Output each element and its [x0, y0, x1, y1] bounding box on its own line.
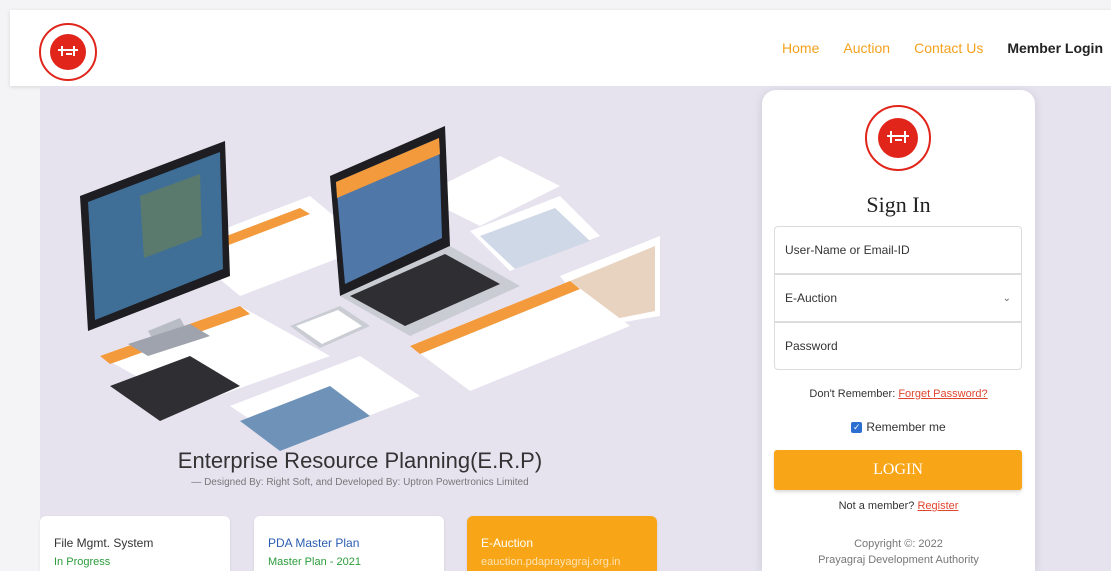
- pda-logo: [865, 105, 931, 171]
- forget-prefix: Don't Remember:: [809, 388, 896, 400]
- remember-me-row[interactable]: ✓ Remember me: [762, 420, 1035, 434]
- erp-title: Enterprise Resource Planning(E.R.P): [177, 448, 543, 473]
- username-field[interactable]: [774, 226, 1022, 274]
- card-e-auction[interactable]: E-Auction eauction.pdaprayagraj.org.in: [467, 516, 657, 571]
- forget-password-link[interactable]: Forget Password?: [898, 388, 987, 400]
- module-select[interactable]: E-Auction ⌄: [774, 274, 1022, 322]
- pda-logo[interactable]: [38, 22, 98, 82]
- nav-home-link[interactable]: Home: [782, 40, 819, 56]
- card-status: In Progress: [54, 556, 111, 568]
- password-input[interactable]: [785, 339, 1011, 353]
- login-panel: Sign In E-Auction ⌄ Don't Remember: Forg…: [762, 90, 1035, 571]
- nav-member-login-link[interactable]: Member Login: [1007, 40, 1103, 56]
- card-title: PDA Master Plan: [268, 536, 360, 550]
- sign-in-heading: Sign In: [866, 192, 931, 217]
- forget-password-line: Don't Remember: Forget Password?: [762, 388, 1035, 400]
- not-member-text: Not a member?: [838, 500, 915, 512]
- card-status: Master Plan - 2021: [268, 556, 361, 568]
- module-select-value: E-Auction: [785, 291, 838, 305]
- main-nav: Home Auction Contact Us Member Login: [782, 10, 1103, 86]
- password-field[interactable]: [774, 322, 1022, 370]
- register-link[interactable]: Register: [917, 500, 958, 512]
- organization-name: Prayagraj Development Authority: [818, 554, 979, 566]
- remember-me-label: Remember me: [866, 420, 946, 434]
- erp-devices-illustration: [80, 126, 660, 451]
- card-title: File Mgmt. System: [54, 536, 154, 550]
- remember-me-checkbox[interactable]: ✓: [851, 421, 863, 433]
- erp-credits: — Designed By: Right Soft, and Developed…: [191, 477, 529, 488]
- card-master-plan[interactable]: PDA Master Plan Master Plan - 2021: [254, 516, 444, 571]
- card-file-mgmt[interactable]: File Mgmt. System In Progress: [40, 516, 230, 571]
- copyright-text: Copyright ©: 2022: [854, 538, 943, 550]
- login-button[interactable]: LOGIN: [774, 450, 1022, 490]
- card-title: E-Auction: [481, 536, 534, 550]
- register-line: Not a member? Register: [762, 500, 1035, 512]
- nav-auction-link[interactable]: Auction: [843, 40, 890, 56]
- top-navbar: Home Auction Contact Us Member Login: [10, 10, 1111, 86]
- card-status: eauction.pdaprayagraj.org.in: [481, 556, 621, 568]
- username-input[interactable]: [785, 243, 1011, 257]
- chevron-down-icon: ⌄: [1002, 292, 1011, 304]
- nav-contact-link[interactable]: Contact Us: [914, 40, 983, 56]
